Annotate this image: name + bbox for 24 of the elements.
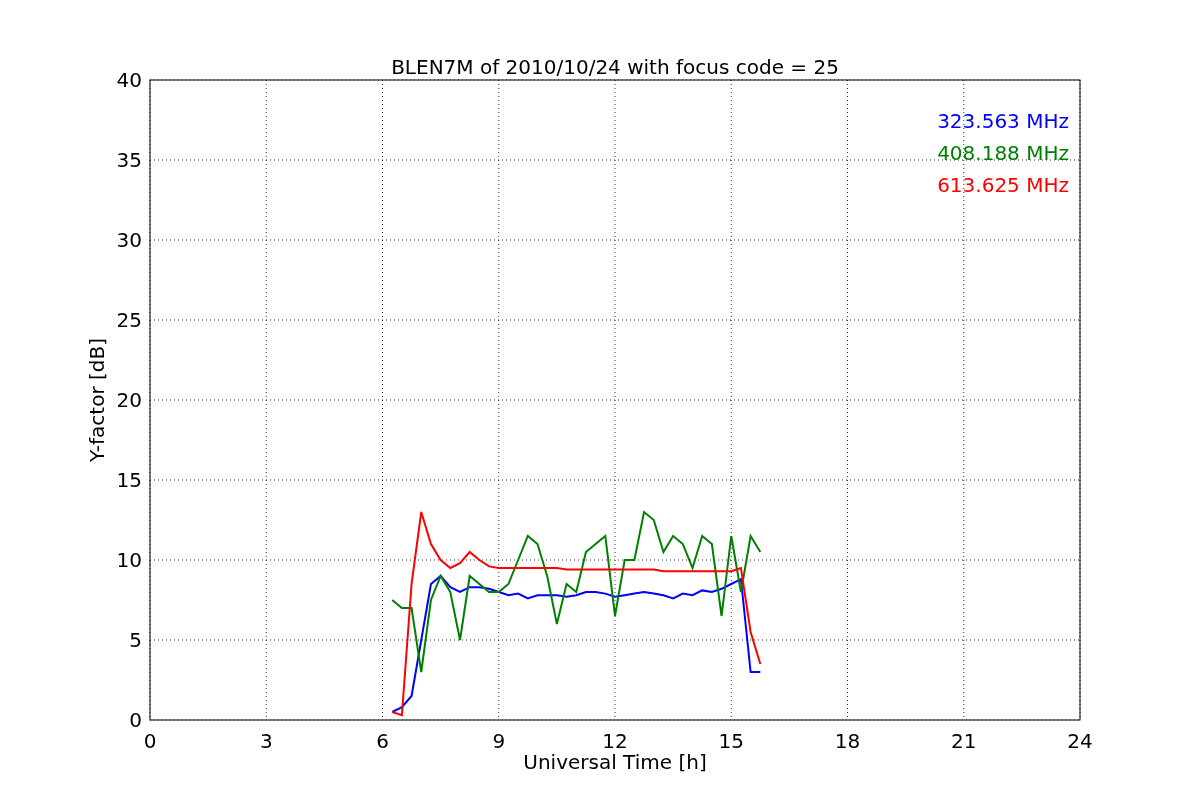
- x-tick-label: 24: [1067, 729, 1093, 753]
- y-tick-label: 40: [116, 68, 142, 92]
- x-tick-label: 6: [376, 729, 389, 753]
- x-tick-label: 9: [492, 729, 506, 753]
- y-tick-label: 5: [129, 628, 142, 652]
- legend-label: 408.188 MHz: [937, 141, 1069, 165]
- x-tick-label: 12: [602, 729, 628, 753]
- y-tick-label: 10: [116, 548, 142, 572]
- x-tick-label: 0: [143, 729, 157, 753]
- x-tick-label: 18: [834, 729, 861, 753]
- y-tick-label: 30: [116, 228, 142, 252]
- x-tick-label: 15: [718, 729, 744, 753]
- y-tick-label: 35: [116, 148, 142, 172]
- x-axis-label: Universal Time [h]: [523, 750, 707, 774]
- y-tick-label: 15: [116, 468, 142, 492]
- y-tick-label: 0: [129, 708, 142, 732]
- chart-title: BLEN7M of 2010/10/24 with focus code = 25: [391, 55, 839, 79]
- y-axis-label: Y-factor [dB]: [85, 338, 109, 462]
- x-tick-label: 3: [259, 729, 273, 753]
- legend-label: 323.563 MHz: [937, 109, 1069, 133]
- y-tick-label: 20: [116, 388, 142, 412]
- legend-label: 613.625 MHz: [937, 173, 1069, 197]
- y-tick-label: 25: [116, 308, 142, 332]
- x-tick-label: 21: [951, 729, 977, 753]
